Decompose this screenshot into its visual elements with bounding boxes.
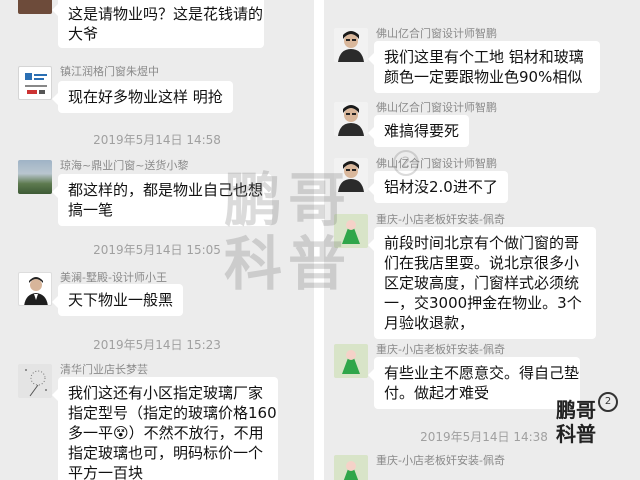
corner-watermark-circle-icon: 2 bbox=[598, 392, 618, 412]
message-bubble: 前段时间北京有个做门窗的哥 们在我店里耍。说北京很多小 区定玻高度，门窗样式必须… bbox=[368, 227, 596, 339]
message-bubble: 铝材没2.0进不了 bbox=[368, 171, 508, 203]
avatar[interactable] bbox=[334, 28, 368, 62]
message-bubble: 天下物业一般黑 bbox=[51, 284, 184, 316]
message-line: 我们这还有小区指定玻璃厂家 bbox=[68, 384, 264, 402]
corner-watermark-line: 鹏哥 bbox=[556, 398, 596, 422]
message-line: 天下物业一般黑 bbox=[68, 291, 174, 309]
message-bubble: 我们这里有个工地 铝材和玻璃 颜色一定要跟物业色90%相似 bbox=[368, 41, 600, 93]
message-line: 付。做起才难受 bbox=[384, 384, 490, 402]
message-line: 多一平😵）不然不放行，不用 bbox=[68, 424, 264, 442]
corner-watermark: 鹏哥 科普 bbox=[556, 398, 596, 446]
message-line: 月验收退款， bbox=[384, 314, 475, 332]
watermark-circle-icon: 2 bbox=[393, 150, 419, 176]
watermark: 鹏哥 科普 bbox=[224, 168, 352, 296]
message-line: 现在好多物业这样 明抢 bbox=[68, 88, 223, 106]
message-line: 前段时间北京有个做门窗的哥 bbox=[384, 234, 580, 252]
timestamp: 2019年5月14日 14:58 bbox=[93, 133, 221, 147]
sender-name: 清华门业店长梦芸 bbox=[60, 363, 148, 376]
watermark-line: 鹏哥 bbox=[224, 166, 353, 234]
sender-name: 佛山亿合门窗设计师智鹏 bbox=[376, 101, 497, 114]
message-line: 这是请物业吗？这是花钱请的 bbox=[68, 5, 264, 23]
message-line: 我们这里有个工地 铝材和玻璃 bbox=[384, 48, 584, 66]
avatar[interactable] bbox=[18, 160, 52, 194]
message-line: 们在我店里耍。说北京很多小 bbox=[384, 254, 580, 272]
message-line: 铝材没2.0进不了 bbox=[384, 178, 498, 196]
message-line: 平方一百块 bbox=[68, 464, 144, 480]
sender-name: 琼海~鼎业门窗~送货小黎 bbox=[60, 159, 189, 172]
message-bubble: 难搞得要死 bbox=[367, 115, 470, 147]
person-avatar-icon bbox=[338, 31, 364, 62]
avatar[interactable] bbox=[18, 272, 52, 306]
message-line: 一，交3000押金在物业。3个 bbox=[384, 294, 582, 312]
message-bubble: 我们这还有小区指定玻璃厂家 指定型号（指定的玻璃价格160 多一平😵）不然不放行… bbox=[52, 377, 278, 480]
avatar[interactable] bbox=[334, 344, 368, 378]
peppa-figure-icon bbox=[343, 461, 359, 480]
watermark-line: 科普 bbox=[224, 230, 353, 298]
message-line: 指定型号（指定的玻璃价格160 bbox=[68, 404, 277, 422]
message-line: 颜色一定要跟物业色90%相似 bbox=[384, 68, 583, 86]
avatar[interactable] bbox=[18, 0, 52, 14]
message-line: 有些业主不愿意交。得自己垫 bbox=[384, 364, 580, 382]
sender-name: 镇江润格门窗朱煜中 bbox=[60, 65, 159, 78]
message-line: 难搞得要死 bbox=[384, 122, 460, 140]
sender-name: 重庆-小店老板奸安装-佩奇 bbox=[376, 343, 505, 356]
person-avatar-icon bbox=[338, 105, 364, 136]
timestamp: 2019年5月14日 14:38 bbox=[420, 430, 548, 444]
chat-panel-right[interactable]: 佛山亿合门窗设计师智鹏 我们这里有个工地 铝材和玻璃 颜色一定要跟物业色90%相… bbox=[324, 0, 640, 480]
timestamp: 2019年5月14日 15:23 bbox=[93, 338, 221, 352]
corner-watermark-line: 科普 bbox=[556, 422, 596, 446]
message-bubble: 有些业主不愿意交。得自己垫 付。做起才难受 bbox=[368, 357, 580, 409]
sender-name: 美澜-墅殿-设计师小王 bbox=[60, 271, 167, 284]
dandelion-icon bbox=[25, 369, 47, 397]
sender-name: 佛山亿合门窗设计师智鹏 bbox=[376, 27, 497, 40]
message-line: 指定玻璃也可，明码标价一个 bbox=[68, 444, 264, 462]
avatar[interactable] bbox=[18, 364, 52, 398]
avatar[interactable] bbox=[334, 102, 368, 136]
message-line: 大爷 bbox=[68, 25, 99, 43]
avatar[interactable] bbox=[18, 66, 52, 100]
sender-name: 重庆-小店老板奸安装-佩奇 bbox=[376, 454, 505, 467]
message-bubble: 这是请物业吗？这是花钱请的 大爷 bbox=[52, 0, 264, 48]
sender-name: 重庆-小店老板奸安装-佩奇 bbox=[376, 213, 505, 226]
peppa-figure-icon bbox=[342, 350, 360, 374]
avatar[interactable] bbox=[334, 455, 368, 480]
company-logo-icon bbox=[25, 73, 47, 94]
message-line: 区定玻高度，门窗样式必须统 bbox=[384, 274, 580, 292]
person-avatar-icon bbox=[24, 277, 48, 305]
message-bubble: 现在好多物业这样 明抢 bbox=[52, 81, 233, 113]
